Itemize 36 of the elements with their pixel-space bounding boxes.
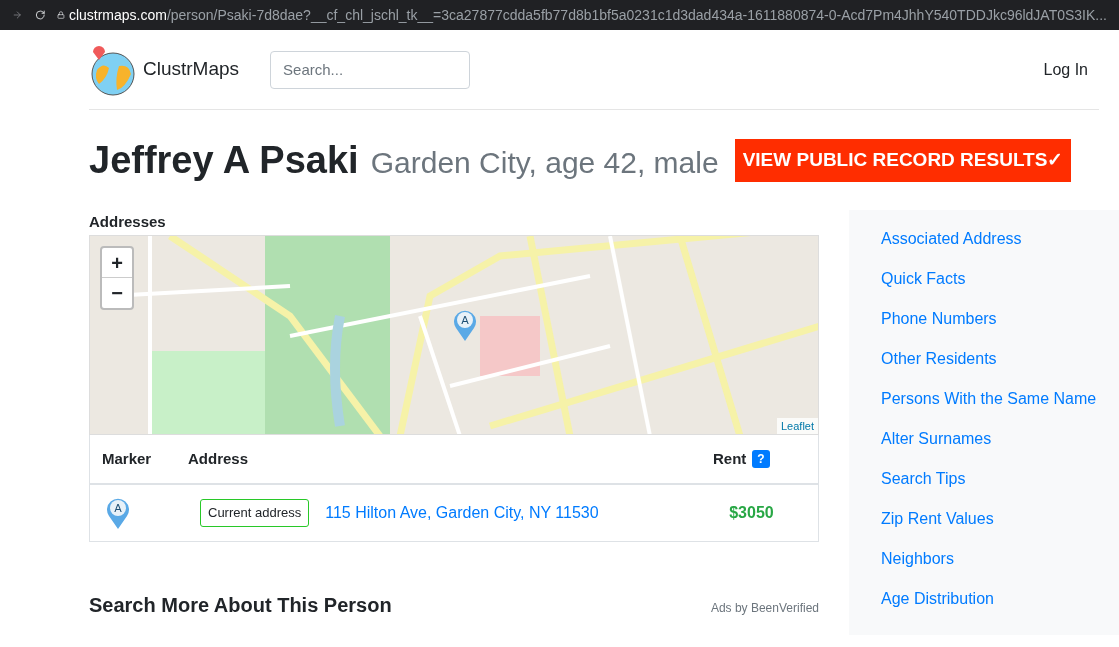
address-link[interactable]: 115 Hilton Ave, Garden City, NY 11530 [325, 501, 730, 525]
map-marker-icon: A [453, 308, 477, 342]
column-header: Address [188, 448, 250, 469]
column-header: Marker [102, 448, 153, 469]
section-heading: Search More About This Person [89, 593, 392, 618]
sidebar-link[interactable]: Associated Address [881, 228, 1119, 249]
public-records-button[interactable]: VIEW PUBLIC RECORD RESULTS✓ [734, 138, 1072, 182]
search-field[interactable]: Search... [270, 50, 471, 89]
url-text[interactable]: clustrmaps.com/person/Psaki-7d8dae?__cf_chl_jschl_tk__=3ca27877cdda5fb77d8b1bf5a0231c1d3dad434a-1611880874-0-Acd7Pm4JhhY540TDDJkc96ldJAT0S3IK... [68, 4, 1107, 26]
attribution-link[interactable]: Leaflet [776, 417, 818, 434]
login-link[interactable]: Log In [1043, 57, 1088, 82]
person-details: Garden City, age 42, male [370, 144, 719, 181]
rent-value: $3050 [729, 503, 774, 523]
sidebar-link[interactable]: Zip Rent Values [881, 508, 1119, 529]
help-badge[interactable]: ? [752, 450, 770, 468]
sidebar-link[interactable]: Age Distribution [881, 588, 1119, 609]
sidebar-link[interactable]: Neighbors [881, 548, 1119, 569]
zoom-in-button[interactable]: + [102, 248, 132, 278]
column-header: Rent [713, 448, 747, 469]
lock-icon [57, 9, 65, 21]
sidebar-link[interactable]: Search Tips [881, 468, 1119, 489]
zoom-out-button[interactable]: − [102, 278, 132, 308]
person-name: Jeffrey A Psaki [89, 137, 359, 183]
sidebar-link[interactable]: Other Residents [881, 348, 1119, 369]
sidebar-link[interactable]: Alter Surnames [881, 428, 1119, 449]
reload-icon[interactable] [34, 7, 45, 23]
section-title: Addresses [89, 212, 167, 232]
sidebar-link[interactable]: Phone Numbers [881, 308, 1119, 329]
sidebar-link[interactable]: Persons With the Same Name [881, 388, 1119, 409]
address-tag: Current address [200, 499, 310, 527]
sidebar-link[interactable]: Quick Facts [881, 268, 1119, 289]
globe-logo-icon[interactable] [89, 43, 135, 96]
brand-name[interactable]: ClustrMaps [143, 55, 240, 84]
map[interactable]: A + − Leaflet [89, 235, 819, 435]
ads-note: Ads by BeenVerified [710, 600, 819, 617]
marker-pin-icon: A [106, 496, 130, 530]
